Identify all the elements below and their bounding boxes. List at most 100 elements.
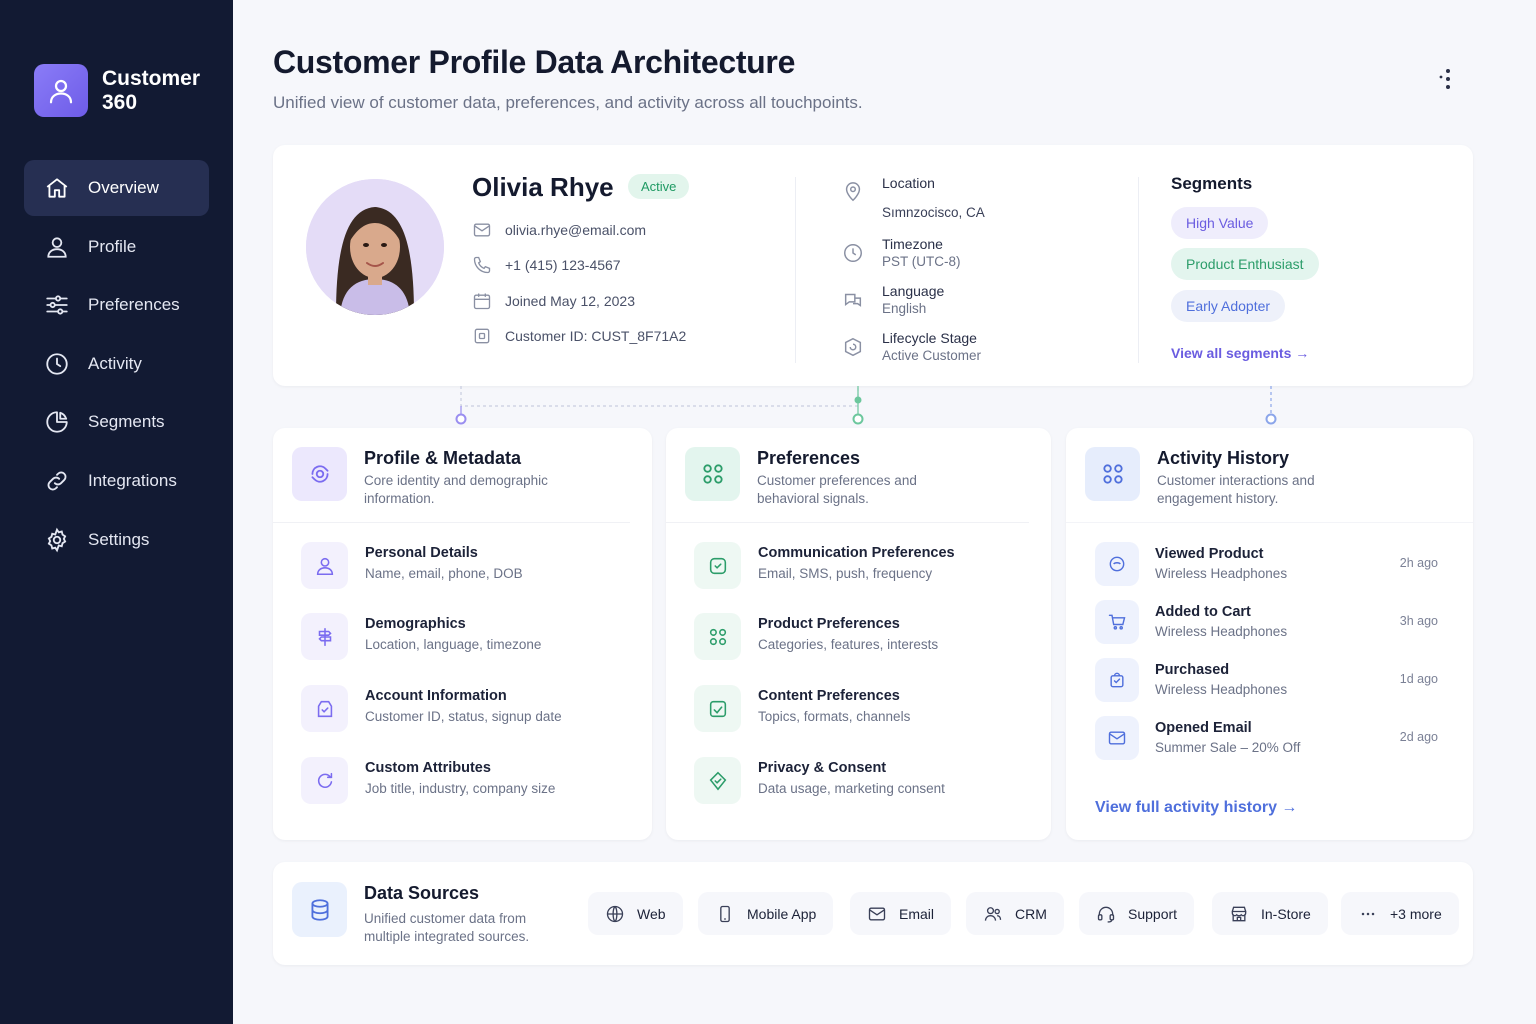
segment-pill-product-enthusiast[interactable]: Product Enthusiast [1171,248,1319,280]
activity-item-purchased[interactable]: Purchased Wireless Headphones 1d ago [1095,658,1438,702]
divider [273,522,630,523]
activity-title: Purchased [1155,662,1230,678]
item-description: Email, SMS, push, frequency [758,566,933,581]
lifecycle-value: Active Customer [882,348,982,363]
customer-id-text: Customer ID: CUST_8F71A2 [505,328,687,344]
sidebar-item-label: Settings [88,529,150,549]
email-row[interactable]: olivia.rhye@email.com [472,220,646,240]
preferences-card: Preferences Customer preferences and beh… [666,428,1051,840]
sidebar-item-overview[interactable]: Overview [24,160,209,216]
source-chip-mobile-app[interactable]: Mobile App [698,892,834,935]
sidebar-nav: Overview Profile Preferences Activity Se… [24,160,209,570]
item-title: Demographics [365,616,466,632]
mail-icon [473,223,491,237]
activity-description: Wireless Headphones [1155,682,1288,697]
view-all-segments-link[interactable]: View all segments → [1171,345,1309,361]
sidebar-item-settings[interactable]: Settings [24,512,209,568]
sidebar-item-label: Activity [88,353,142,373]
sidebar-item-segments[interactable]: Segments [24,394,209,450]
phone-icon [473,256,491,274]
source-chip-web[interactable]: Web [588,892,683,935]
pie-chart-icon [46,411,68,434]
data-sources-card: Data Sources Unified customer data from … [273,862,1473,965]
section-description: Customer interactions and engagement his… [1157,473,1315,506]
smartphone-icon [720,905,730,922]
phone-row[interactable]: +1 (415) 123-4567 [472,255,621,275]
calendar-icon [473,293,491,310]
content-preferences-item[interactable]: Content Preferences Topics, formats, chan… [694,685,910,732]
item-title: Content Preferences [758,688,900,704]
chip-label: Email [899,905,935,922]
activity-time: 2d ago [1399,730,1438,744]
language-icon [844,293,862,307]
item-description: Categories, features, interests [758,637,939,652]
activity-time: 2h ago [1399,556,1438,570]
clock-icon [844,244,862,262]
source-chip-support[interactable]: Support [1079,892,1195,935]
section-description: Customer preferences and behavioral sign… [757,473,917,506]
item-title: Privacy & Consent [758,760,887,776]
item-description: Customer ID, status, signup date [365,709,562,724]
store-icon [1231,906,1247,921]
location-row: Location Sımnzocisco, CA [842,175,985,220]
section-description: Core identity and demographic informatio… [364,473,548,506]
connector-lines [455,386,1277,425]
brand[interactable]: Customer 360 [34,64,212,117]
grid-icon [694,613,741,660]
language-row: Language English [842,283,944,316]
activity-item-opened-email[interactable]: Opened Email Summer Sale – 20% Off 2d ago [1095,716,1438,760]
custom-attributes-item[interactable]: Custom Attributes Job title, industry, co… [301,757,555,804]
ellipsis-icon [1361,912,1375,915]
eye-icon [1095,542,1139,586]
language-label: Language [882,283,945,299]
sidebar-item-activity[interactable]: Activity [24,336,209,392]
segment-pill-early-adopter[interactable]: Early Adopter [1171,290,1286,322]
activity-item-viewed-product[interactable]: Viewed Product Wireless Headphones 2h ago [1095,542,1438,586]
demographics-item[interactable]: Demographics Location, language, timezone [301,613,541,660]
sidebar-item-integrations[interactable]: Integrations [24,453,209,509]
sidebar-item-preferences[interactable]: Preferences [24,277,209,333]
item-title: Custom Attributes [365,760,491,776]
home-icon [46,178,68,198]
sidebar-item-profile[interactable]: Profile [24,219,209,275]
data-sources-description: Unified customer data from multiple inte… [364,911,530,944]
mail-icon [1095,716,1139,760]
personal-details-item[interactable]: Personal Details Name, email, phone, DOB [301,542,523,589]
divider [666,522,1029,523]
source-chip-email[interactable]: Email [850,892,952,935]
users-icon [984,906,1002,921]
profile-metadata-card: Profile & Metadata Core identity and dem… [273,428,652,840]
status-badge: Active [628,174,690,199]
cart-icon [1095,600,1139,644]
privacy-consent-item[interactable]: Privacy & Consent Data usage, marketing c… [694,757,945,804]
gear-icon [47,527,67,552]
customer-id-row: Customer ID: CUST_8F71A2 [472,326,686,346]
location-label: Location [882,175,935,191]
communication-preferences-item[interactable]: Communication Preferences Email, SMS, pus… [694,542,955,589]
check-square-icon [694,542,741,589]
activity-history-card: Activity History Customer interactions a… [1066,428,1473,840]
segment-pill-high-value[interactable]: High Value [1171,207,1269,239]
item-description: Topics, formats, channels [758,709,911,724]
sidebar: Customer 360 Overview Profile Preference… [0,0,233,1024]
source-chip-more[interactable]: +3 more [1341,892,1459,935]
user-icon [47,237,67,258]
shield-check-icon [694,757,741,804]
phone-text: +1 (415) 123-4567 [505,257,621,273]
source-chip-in-store[interactable]: In-Store [1212,892,1328,935]
source-chip-crm[interactable]: CRM [966,892,1064,935]
account-information-item[interactable]: Account Information Customer ID, status, … [301,685,562,732]
globe-icon [606,905,624,922]
map-pin-icon [845,182,861,202]
product-preferences-item[interactable]: Product Preferences Categories, features,… [694,613,938,660]
email-text: olivia.rhye@email.com [505,222,647,238]
divider [795,177,796,363]
sidebar-item-label: Preferences [88,295,180,315]
view-full-activity-history-link[interactable]: View full activity history → [1095,799,1297,817]
more-options-icon[interactable] [1436,66,1460,92]
sidebar-item-label: Integrations [88,470,177,490]
activity-item-added-to-cart[interactable]: Added to Cart Wireless Headphones 3h ago [1095,600,1438,644]
activity-title: Added to Cart [1155,604,1251,620]
timezone-row: Timezone PST (UTC-8) [842,236,961,269]
brand-logo-icon [34,64,88,117]
